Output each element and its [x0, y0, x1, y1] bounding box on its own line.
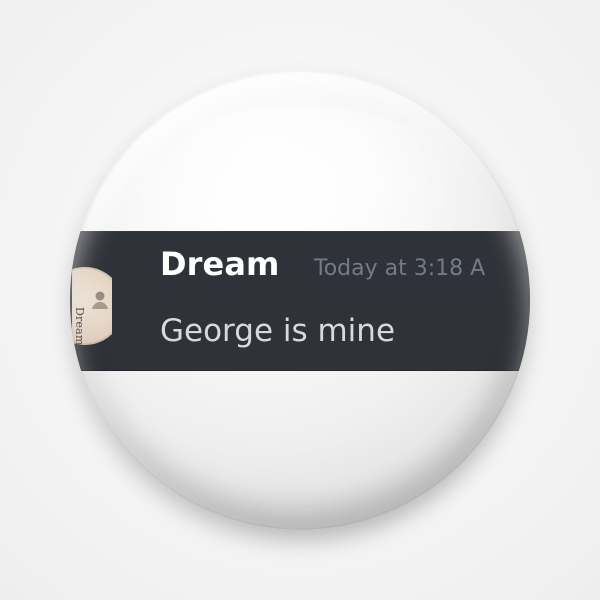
pin-button: Dream Dream Today at 3:18 A George is mi…: [70, 70, 530, 530]
product-stage: Dream Dream Today at 3:18 A George is mi…: [0, 0, 600, 600]
message-timestamp: Today at 3:18 A: [314, 256, 486, 281]
profile-avatar-icon: [92, 291, 108, 309]
avatar-label: Dream: [73, 307, 86, 346]
message-content: George is mine: [160, 313, 396, 349]
chat-message-strip: [70, 231, 530, 371]
user-avatar: Dream: [72, 245, 112, 355]
message-username: Dream: [160, 245, 280, 283]
